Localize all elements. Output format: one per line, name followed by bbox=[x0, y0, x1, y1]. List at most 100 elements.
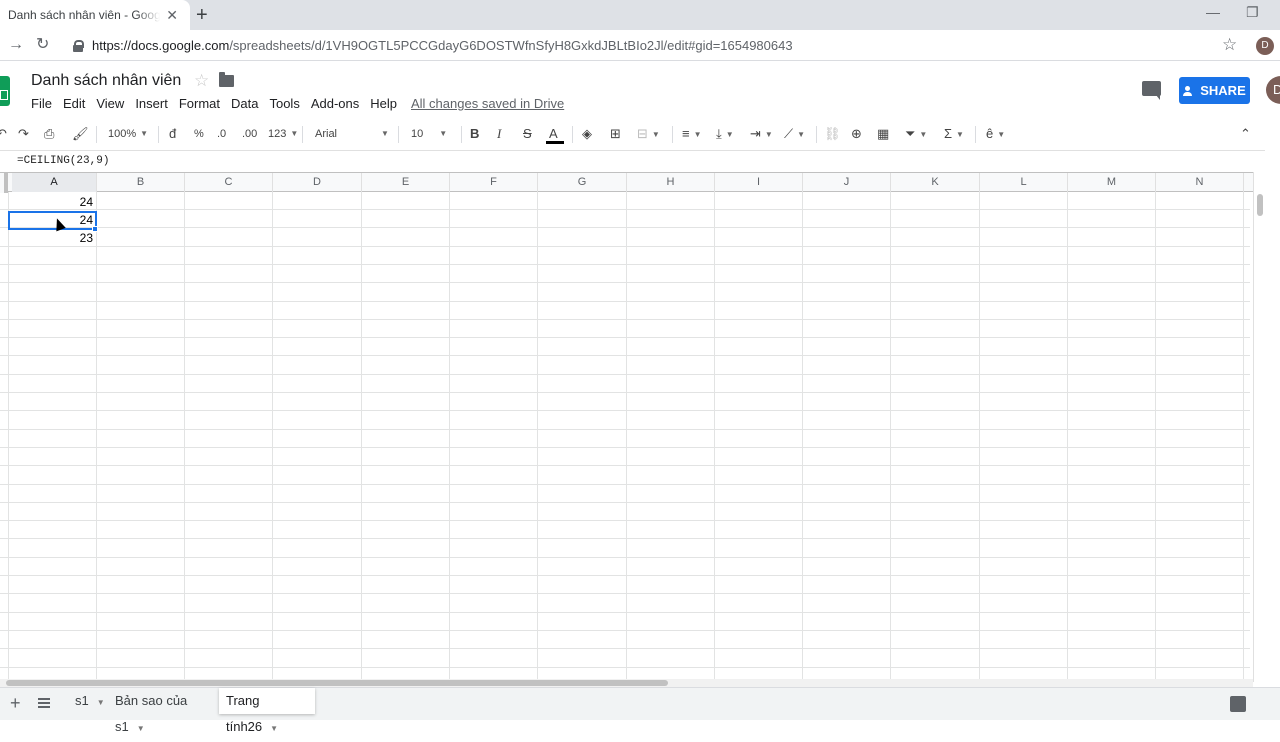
column-header-b[interactable]: B bbox=[97, 173, 185, 192]
percent-format-button[interactable]: % bbox=[194, 124, 204, 144]
menu-file[interactable]: File bbox=[31, 96, 52, 112]
table-row[interactable] bbox=[0, 485, 1250, 503]
table-row[interactable] bbox=[0, 302, 1250, 320]
browser-profile-avatar[interactable]: D bbox=[1256, 37, 1274, 55]
grid-rows[interactable] bbox=[0, 192, 1265, 679]
column-header-m[interactable]: M bbox=[1068, 173, 1156, 192]
folder-icon[interactable] bbox=[219, 72, 234, 87]
increase-decimal-button[interactable]: .00 bbox=[242, 124, 257, 144]
horizontal-scroll-thumb[interactable] bbox=[6, 680, 668, 686]
reload-icon[interactable]: ↻ bbox=[36, 35, 49, 55]
fill-handle[interactable] bbox=[92, 226, 98, 232]
fill-color-icon[interactable]: ◈ bbox=[582, 124, 592, 144]
spreadsheet-grid[interactable]: A B C D E F G H I J K L M N 24 24 23 bbox=[0, 172, 1265, 679]
italic-button[interactable]: I bbox=[497, 124, 501, 144]
table-row[interactable] bbox=[0, 229, 1250, 247]
menu-data[interactable]: Data bbox=[231, 96, 258, 112]
currency-format-button[interactable]: đ bbox=[169, 124, 176, 144]
vertical-scrollbar[interactable] bbox=[1253, 172, 1265, 682]
save-status-link[interactable]: All changes saved in Drive bbox=[411, 96, 564, 112]
column-header-l[interactable]: L bbox=[980, 173, 1068, 192]
account-avatar[interactable]: D bbox=[1266, 76, 1280, 104]
table-row[interactable] bbox=[0, 210, 1250, 229]
table-row[interactable] bbox=[0, 412, 1250, 430]
add-sheet-button[interactable]: + bbox=[10, 693, 21, 713]
minimize-button[interactable]: — bbox=[1206, 4, 1220, 20]
document-title[interactable]: Danh sách nhân viên bbox=[31, 71, 181, 91]
table-row[interactable] bbox=[0, 631, 1250, 650]
select-all-corner[interactable] bbox=[0, 173, 8, 193]
bookmark-star-icon[interactable]: ☆ bbox=[1222, 35, 1237, 55]
table-row[interactable] bbox=[0, 448, 1250, 467]
new-tab-button[interactable]: + bbox=[196, 4, 208, 26]
close-icon[interactable]: ✕ bbox=[166, 7, 178, 23]
table-row[interactable] bbox=[0, 503, 1250, 522]
insert-link-icon[interactable]: ⛓ bbox=[824, 124, 841, 144]
borders-icon[interactable]: ⊞ bbox=[610, 124, 621, 144]
menu-tools[interactable]: Tools bbox=[269, 96, 299, 112]
back-arrow-icon[interactable]: → bbox=[8, 35, 24, 55]
table-row[interactable] bbox=[0, 357, 1250, 375]
restore-button[interactable]: ❐ bbox=[1246, 4, 1259, 21]
horizontal-scrollbar[interactable] bbox=[0, 679, 1253, 687]
formula-text[interactable]: =CEILING(23,9) bbox=[17, 155, 109, 167]
table-row[interactable] bbox=[0, 595, 1250, 613]
star-icon[interactable]: ☆ bbox=[194, 71, 209, 91]
column-header-h[interactable]: H bbox=[627, 173, 715, 192]
menu-view[interactable]: View bbox=[96, 96, 124, 112]
sheet-tab-trang-tinh26[interactable]: Trang tính26 ▼ bbox=[219, 688, 315, 734]
column-header-f[interactable]: F bbox=[450, 173, 538, 192]
text-wrap-icon[interactable]: ⇥ ▼ bbox=[750, 124, 773, 145]
print-icon[interactable]: ⎙ bbox=[44, 124, 54, 144]
font-size-select[interactable]: 10 ▼ bbox=[411, 124, 447, 144]
menu-addons[interactable]: Add-ons bbox=[311, 96, 359, 112]
vertical-scroll-thumb[interactable] bbox=[1257, 194, 1263, 216]
filter-icon[interactable]: ⏷ ▼ bbox=[905, 124, 927, 145]
url-omnibox[interactable]: https://docs.google.com/spreadsheets/d/1… bbox=[64, 33, 1254, 58]
menu-edit[interactable]: Edit bbox=[63, 96, 85, 112]
paint-format-icon[interactable]: 🖌 bbox=[72, 124, 89, 144]
more-formats-select[interactable]: 123 ▼ bbox=[268, 124, 298, 144]
text-rotation-icon[interactable]: ⟋ ▼ bbox=[784, 124, 805, 145]
table-row[interactable] bbox=[0, 393, 1250, 412]
table-row[interactable] bbox=[0, 521, 1250, 540]
table-row[interactable] bbox=[0, 576, 1250, 595]
undo-icon[interactable]: ↶ bbox=[0, 124, 7, 144]
cell-a3[interactable]: 23 bbox=[9, 229, 96, 247]
table-row[interactable] bbox=[0, 338, 1250, 357]
column-header-d[interactable]: D bbox=[273, 173, 362, 192]
cell-a1[interactable]: 24 bbox=[9, 193, 96, 211]
font-family-select[interactable]: Arial ▼ bbox=[315, 124, 389, 144]
comment-icon[interactable] bbox=[1142, 81, 1161, 100]
table-row[interactable] bbox=[0, 192, 1250, 210]
formula-bar[interactable]: =CEILING(23,9) bbox=[0, 150, 1265, 172]
menu-insert[interactable]: Insert bbox=[135, 96, 168, 112]
column-header-i[interactable]: I bbox=[715, 173, 803, 192]
table-row[interactable] bbox=[0, 430, 1250, 448]
insert-chart-icon[interactable]: ▦ bbox=[877, 124, 889, 144]
table-row[interactable] bbox=[0, 375, 1250, 393]
decrease-decimal-button[interactable]: .0 bbox=[217, 124, 226, 144]
column-header-a[interactable]: A bbox=[12, 173, 97, 192]
table-row[interactable] bbox=[0, 540, 1250, 558]
sheet-tab-s1[interactable]: s1 ▼ bbox=[68, 688, 106, 714]
table-row[interactable] bbox=[0, 558, 1250, 576]
column-header-k[interactable]: K bbox=[891, 173, 980, 192]
functions-button[interactable]: Σ ▼ bbox=[944, 124, 964, 145]
share-button[interactable]: SHARE bbox=[1179, 77, 1250, 104]
table-row[interactable] bbox=[0, 265, 1250, 284]
column-header-g[interactable]: G bbox=[538, 173, 627, 192]
explore-icon[interactable] bbox=[1230, 696, 1246, 712]
column-header-j[interactable]: J bbox=[803, 173, 891, 192]
table-row[interactable] bbox=[0, 467, 1250, 485]
column-header-e[interactable]: E bbox=[362, 173, 450, 192]
sheet-tab-ban-sao-cua-s1[interactable]: Bản sao của s1 ▼ bbox=[108, 688, 218, 734]
all-sheets-menu-icon[interactable] bbox=[38, 698, 50, 708]
vertical-align-icon[interactable]: ⤓ ▼ bbox=[716, 124, 734, 145]
strikethrough-button[interactable]: S bbox=[523, 124, 532, 144]
table-row[interactable] bbox=[0, 247, 1250, 265]
collapse-menu-chevron-up-icon[interactable]: ⌃ bbox=[1240, 124, 1251, 144]
table-row[interactable] bbox=[0, 284, 1250, 302]
table-row[interactable] bbox=[0, 613, 1250, 631]
browser-tab[interactable]: Danh sách nhân viên - Google Sheets ✕ bbox=[0, 0, 190, 30]
